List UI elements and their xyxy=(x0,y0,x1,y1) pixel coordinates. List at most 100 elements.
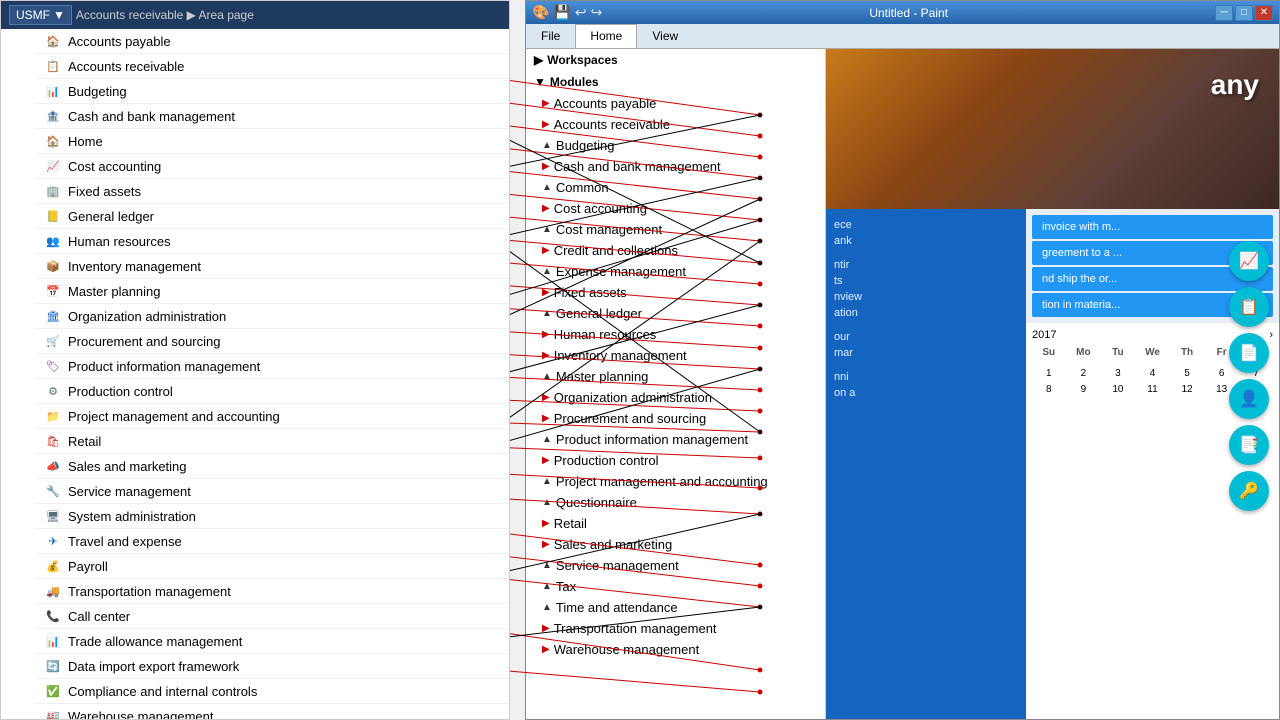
undo-icon[interactable]: ↩ xyxy=(575,4,587,21)
action-btn-2[interactable]: 📋 xyxy=(1229,287,1269,327)
right-module-item-13[interactable]: ▲Master planning xyxy=(526,366,825,387)
calendar-next-icon[interactable]: › xyxy=(1269,329,1273,341)
right-module-item-24[interactable]: ▲Time and attendance xyxy=(526,597,825,618)
workspaces-header[interactable]: ▶ Workspaces xyxy=(526,49,825,71)
module-item-0[interactable]: 🏠Accounts payable xyxy=(36,29,509,54)
right-module-item-4[interactable]: ▲Common xyxy=(526,177,825,198)
d365-nav-mar[interactable]: mar xyxy=(834,345,1018,361)
right-module-item-9[interactable]: ▶Fixed assets xyxy=(526,282,825,303)
redo-icon[interactable]: ↪ xyxy=(591,4,603,21)
d365-nav-ntir[interactable]: ntir xyxy=(834,257,1018,273)
right-module-item-14[interactable]: ▶Organization administration xyxy=(526,387,825,408)
paint-tab-view[interactable]: View xyxy=(637,24,693,48)
d365-tile-0[interactable]: invoice with m... xyxy=(1032,215,1273,239)
right-module-item-26[interactable]: ▶Warehouse management xyxy=(526,639,825,660)
right-module-item-7[interactable]: ▶Credit and collections xyxy=(526,240,825,261)
module-item-10[interactable]: 📅Master planning xyxy=(36,279,509,304)
cal-date[interactable]: 11 xyxy=(1136,382,1170,397)
module-item-13[interactable]: 🏷Product information management xyxy=(36,354,509,379)
right-module-item-16[interactable]: ▲Product information management xyxy=(526,429,825,450)
rmod-text-26: Warehouse management xyxy=(554,642,700,657)
module-item-2[interactable]: 📊Budgeting xyxy=(36,79,509,104)
right-module-item-19[interactable]: ▲Questionnaire xyxy=(526,492,825,513)
right-module-item-2[interactable]: ▲Budgeting xyxy=(526,135,825,156)
d365-nav-ation[interactable]: ation xyxy=(834,305,1018,321)
close-button[interactable]: ✕ xyxy=(1255,5,1273,21)
maximize-button[interactable]: □ xyxy=(1235,5,1253,21)
action-btn-3[interactable]: 📄 xyxy=(1229,333,1269,373)
cal-date[interactable]: 3 xyxy=(1101,366,1135,381)
paint-tab-file[interactable]: File xyxy=(526,24,575,48)
d365-nav-ona[interactable]: on a xyxy=(834,385,1018,401)
module-item-18[interactable]: 🔧Service management xyxy=(36,479,509,504)
cal-date[interactable]: 12 xyxy=(1170,382,1204,397)
d365-nav-ts[interactable]: ts xyxy=(834,273,1018,289)
save-icon[interactable]: 💾 xyxy=(553,4,570,21)
module-item-25[interactable]: 🔄Data import export framework xyxy=(36,654,509,679)
action-btn-4[interactable]: 👤 xyxy=(1229,379,1269,419)
module-item-23[interactable]: 📞Call center xyxy=(36,604,509,629)
module-item-19[interactable]: 🖥System administration xyxy=(36,504,509,529)
right-module-item-21[interactable]: ▶Sales and marketing xyxy=(526,534,825,555)
right-module-item-23[interactable]: ▲Tax xyxy=(526,576,825,597)
module-item-20[interactable]: ✈Travel and expense xyxy=(36,529,509,554)
module-item-3[interactable]: 🏦Cash and bank management xyxy=(36,104,509,129)
module-item-1[interactable]: 📋Accounts receivable xyxy=(36,54,509,79)
module-item-11[interactable]: 🏛Organization administration xyxy=(36,304,509,329)
action-btn-6[interactable]: 🔑 xyxy=(1229,471,1269,511)
cal-date[interactable]: 2 xyxy=(1067,366,1101,381)
module-item-22[interactable]: 🚚Transportation management xyxy=(36,579,509,604)
right-module-item-5[interactable]: ▶Cost accounting xyxy=(526,198,825,219)
right-module-item-8[interactable]: ▲Expense management xyxy=(526,261,825,282)
module-item-21[interactable]: 💰Payroll xyxy=(36,554,509,579)
right-module-item-15[interactable]: ▶Procurement and sourcing xyxy=(526,408,825,429)
module-item-27[interactable]: 🏭Warehouse management xyxy=(36,704,509,719)
right-module-item-20[interactable]: ▶Retail xyxy=(526,513,825,534)
d365-nav-ank[interactable]: ank xyxy=(834,233,1018,249)
module-item-8[interactable]: 👥Human resources xyxy=(36,229,509,254)
action-btn-5[interactable]: 📑 xyxy=(1229,425,1269,465)
d365-nav-ece[interactable]: ece xyxy=(834,217,1018,233)
right-module-item-3[interactable]: ▶Cash and bank management xyxy=(526,156,825,177)
company-selector[interactable]: USMF ▼ xyxy=(9,5,72,25)
module-item-16[interactable]: 🛍Retail xyxy=(36,429,509,454)
module-text-12: Procurement and sourcing xyxy=(68,334,220,349)
cal-date[interactable]: 5 xyxy=(1170,366,1204,381)
cal-date[interactable]: 8 xyxy=(1032,382,1066,397)
d365-nav-nview[interactable]: nview xyxy=(834,289,1018,305)
d365-left-nav: ece ank ntir ts nview ation our mar xyxy=(826,209,1026,719)
cal-date[interactable]: 1 xyxy=(1032,366,1066,381)
module-item-4[interactable]: 🏠Home xyxy=(36,129,509,154)
right-module-item-0[interactable]: ▶Accounts payable xyxy=(526,93,825,114)
cal-date[interactable]: 10 xyxy=(1101,382,1135,397)
d365-nav-our[interactable]: our xyxy=(834,329,1018,345)
right-module-item-10[interactable]: ▲General ledger xyxy=(526,303,825,324)
paint-canvas-area: ▶ Workspaces ▼ Modules ▶Accounts payable… xyxy=(526,49,1279,719)
d365-nav-nni[interactable]: nni xyxy=(834,369,1018,385)
workspaces-label: Workspaces xyxy=(547,53,617,67)
right-module-item-11[interactable]: ▶Human resources xyxy=(526,324,825,345)
cal-date[interactable]: 9 xyxy=(1067,382,1101,397)
paint-tab-home[interactable]: Home xyxy=(575,24,637,48)
module-item-15[interactable]: 📁Project management and accounting xyxy=(36,404,509,429)
minimize-button[interactable]: ─ xyxy=(1215,5,1233,21)
module-item-6[interactable]: 🏢Fixed assets xyxy=(36,179,509,204)
module-item-14[interactable]: ⚙Production control xyxy=(36,379,509,404)
right-module-item-1[interactable]: ▶Accounts receivable xyxy=(526,114,825,135)
module-item-24[interactable]: 📊Trade allowance management xyxy=(36,629,509,654)
cal-date[interactable]: 4 xyxy=(1136,366,1170,381)
right-module-item-17[interactable]: ▶Production control xyxy=(526,450,825,471)
right-module-item-6[interactable]: ▲Cost management xyxy=(526,219,825,240)
action-btn-1[interactable]: 📈 xyxy=(1229,241,1269,281)
right-module-item-18[interactable]: ▲Project management and accounting xyxy=(526,471,825,492)
module-item-7[interactable]: 📒General ledger xyxy=(36,204,509,229)
modules-header[interactable]: ▼ Modules xyxy=(526,71,825,93)
right-module-item-12[interactable]: ▶Inventory management xyxy=(526,345,825,366)
right-module-item-22[interactable]: ▲Service management xyxy=(526,555,825,576)
right-module-item-25[interactable]: ▶Transportation management xyxy=(526,618,825,639)
module-item-26[interactable]: ✅Compliance and internal controls xyxy=(36,679,509,704)
module-item-12[interactable]: 🛒Procurement and sourcing xyxy=(36,329,509,354)
module-item-17[interactable]: 📣Sales and marketing xyxy=(36,454,509,479)
module-item-5[interactable]: 📈Cost accounting xyxy=(36,154,509,179)
module-item-9[interactable]: 📦Inventory management xyxy=(36,254,509,279)
